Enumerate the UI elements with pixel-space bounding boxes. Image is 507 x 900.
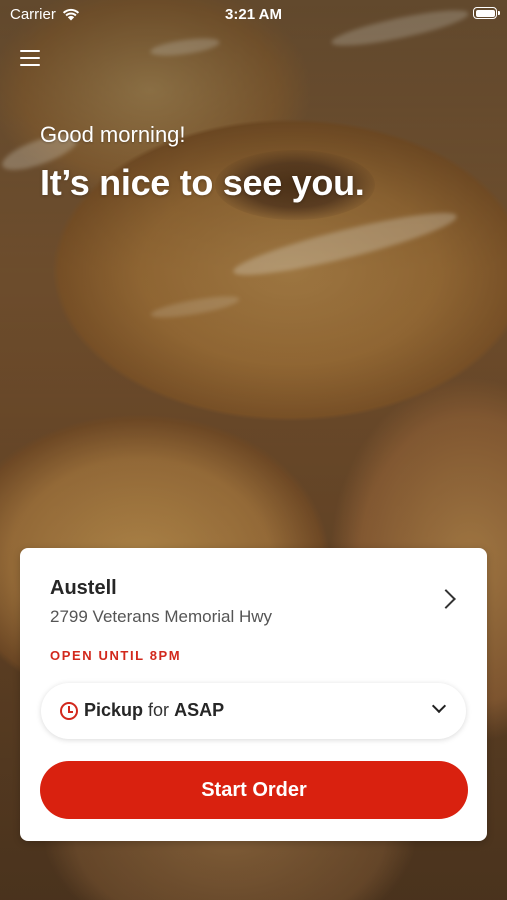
greeting-text: Good morning! [40, 122, 186, 147]
order-method: Pickup [84, 700, 144, 720]
store-name: Austell [50, 577, 117, 599]
battery-icon [473, 7, 500, 19]
order-type-text: Pickup for ASAP [84, 700, 224, 721]
order-type-selector[interactable]: Pickup for ASAP [41, 683, 466, 739]
clock-icon [60, 702, 78, 720]
store-card: Austell 2799 Veterans Memorial Hwy OPEN … [20, 548, 487, 841]
welcome-headline: It’s nice to see you. [40, 162, 365, 203]
store-hours-status: OPEN UNTIL 8PM [50, 648, 182, 663]
chevron-down-icon [431, 698, 447, 714]
store-address: 2799 Veterans Memorial Hwy [50, 607, 273, 626]
hamburger-menu-icon[interactable] [20, 49, 42, 67]
start-order-button[interactable]: Start Order [40, 761, 468, 819]
status-time: 3:21 AM [225, 6, 282, 23]
store-selector[interactable]: Austell 2799 Veterans Memorial Hwy [20, 548, 487, 638]
chevron-right-icon [436, 589, 456, 609]
order-connector: for [148, 700, 170, 720]
order-time: ASAP [174, 700, 225, 720]
status-bar: Carrier 3:21 AM [0, 0, 507, 28]
